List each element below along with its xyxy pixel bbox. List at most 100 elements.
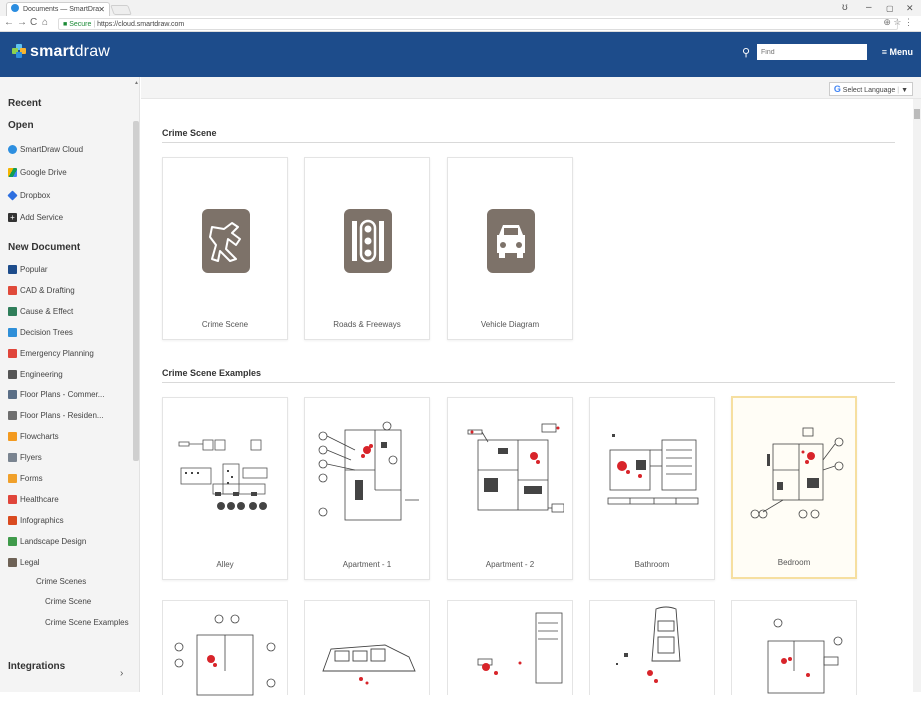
sidebar-item-label: Floor Plans - Residen...: [20, 411, 104, 421]
sidebar-integrations[interactable]: Integrations: [8, 661, 65, 672]
template-card-alley[interactable]: Alley: [162, 397, 288, 580]
sidebar-item-label: Dropbox: [20, 191, 51, 200]
car-interior-thumbnail: [616, 606, 681, 683]
template-card-roads-freeways[interactable]: Roads & Freeways: [304, 157, 430, 340]
crime-scene-thumbnail: [174, 614, 276, 696]
sidebar-item-emergency-planning[interactable]: Emergency Planning: [8, 348, 94, 358]
app-header: smartdraw ⚲ ≡ Menu: [0, 32, 921, 77]
template-card-bathroom[interactable]: Bathroom: [589, 397, 715, 580]
sidebar-item-label: SmartDraw Cloud: [20, 145, 84, 154]
browser-tab[interactable]: Documents — SmartDra ✕: [6, 2, 110, 16]
section-divider: [162, 382, 895, 383]
card-label: Alley: [216, 560, 234, 569]
sidebar-scrollbar[interactable]: [133, 121, 139, 461]
apartment-1-thumbnail: [318, 421, 419, 521]
card-label: Bedroom: [777, 558, 811, 567]
sidebar-sub-crime-scene[interactable]: Crime Scene: [45, 597, 91, 606]
sidebar-item-flyers[interactable]: Flyers: [8, 453, 42, 463]
find-input[interactable]: [757, 44, 867, 60]
sidebar-item-dropbox[interactable]: Dropbox: [7, 190, 51, 201]
template-card-crime-scene[interactable]: Crime Scene: [162, 157, 288, 340]
sidebar-item-google-drive[interactable]: Google Drive: [8, 168, 67, 177]
minimize-button[interactable]: –: [866, 2, 872, 13]
url-field[interactable]: ■ Secure | https://cloud.smartdraw.com: [58, 18, 898, 30]
sidebar-sub-crime-scenes[interactable]: Crime Scenes: [36, 577, 86, 586]
sidebar-item-label: Legal: [20, 557, 40, 567]
card-label: Apartment - 1: [342, 560, 392, 569]
template-card-partial[interactable]: [589, 600, 715, 695]
template-card-bedroom[interactable]: Bedroom: [731, 396, 857, 579]
sidebar-item-floor-plans-commer[interactable]: Floor Plans - Commer...: [8, 390, 105, 400]
forward-icon[interactable]: →: [17, 17, 27, 28]
cad-drafting-icon: [8, 285, 17, 295]
sidebar-item-add-service[interactable]: + Add Service: [8, 213, 63, 222]
card-label: Crime Scene: [201, 320, 249, 329]
logo-text-draw: draw: [74, 43, 111, 60]
template-card-partial[interactable]: [447, 600, 573, 695]
sidebar-item-label: CAD & Drafting: [20, 285, 75, 295]
close-window-button[interactable]: ✕: [906, 3, 914, 14]
menu-button[interactable]: ≡ Menu: [882, 47, 913, 57]
bathroom-thumbnail: [607, 434, 699, 505]
sidebar-item-healthcare[interactable]: Healthcare: [8, 494, 59, 504]
template-card-partial[interactable]: [731, 600, 857, 695]
sidebar-item-cause-effect[interactable]: Cause & Effect: [8, 306, 73, 316]
sidebar-scroll-up-icon[interactable]: ▲: [134, 80, 139, 86]
sidebar-item-floor-plans-residen[interactable]: Floor Plans - Residen...: [8, 411, 104, 421]
sidebar-item-label: Floor Plans - Commer...: [20, 390, 105, 400]
template-card-partial[interactable]: [162, 600, 288, 696]
sidebar-item-label: Flyers: [20, 453, 42, 463]
template-card-partial[interactable]: [304, 600, 430, 695]
maximize-button[interactable]: ▢: [886, 4, 894, 13]
browser-tab-strip: Documents — SmartDra ✕ ʊ – ▢ ✕: [0, 0, 921, 16]
sidebar-item-label: Engineering: [20, 369, 63, 379]
sidebar-item-label: Decision Trees: [20, 327, 73, 337]
address-bar: ← → C ⌂ ■ Secure | https://cloud.smartdr…: [0, 16, 921, 32]
search-icon[interactable]: ⚲: [742, 46, 750, 59]
template-card-vehicle-diagram[interactable]: Vehicle Diagram: [447, 157, 573, 340]
main-scrollbar[interactable]: [913, 99, 921, 692]
sidebar-item-cad-drafting[interactable]: CAD & Drafting: [8, 285, 75, 295]
healthcare-icon: [8, 494, 17, 504]
sidebar-item-label: Flowcharts: [20, 432, 59, 442]
sidebar-item-decision-trees[interactable]: Decision Trees: [8, 327, 73, 337]
new-tab-button[interactable]: [110, 5, 132, 15]
logo-text-smart: smart: [30, 43, 75, 60]
sidebar-item-infographics[interactable]: Infographics: [8, 515, 64, 525]
template-card-apartment-2[interactable]: Apartment - 2: [447, 397, 573, 580]
chevron-right-icon[interactable]: ›: [120, 668, 123, 679]
card-label: Apartment - 2: [485, 560, 535, 569]
sidebar-sub-crime-scene-examples[interactable]: Crime Scene Examples: [45, 618, 129, 627]
smartdraw-cloud-icon: [8, 145, 17, 154]
sidebar-item-landscape-design[interactable]: Landscape Design: [8, 536, 86, 546]
sidebar-item-smartdraw-cloud[interactable]: SmartDraw Cloud: [8, 145, 83, 154]
secure-label: Secure: [69, 21, 92, 28]
sidebar-item-engineering[interactable]: Engineering: [8, 369, 63, 379]
engineering-icon: [8, 369, 17, 379]
scroll-thumb[interactable]: [914, 109, 920, 119]
infographics-icon: [8, 515, 17, 525]
tab-title: Documents — SmartDra: [22, 6, 100, 13]
sidebar-open[interactable]: Open: [8, 120, 34, 131]
smartdraw-logo-icon: [12, 44, 26, 58]
select-language-dropdown[interactable]: G Select Language | ▼: [828, 82, 913, 96]
tab-close-icon[interactable]: ✕: [98, 3, 105, 16]
sidebar-item-popular[interactable]: Popular: [8, 265, 48, 274]
home-icon[interactable]: ⌂: [42, 17, 48, 28]
back-icon[interactable]: ←: [4, 17, 14, 28]
bookmark-star-icon[interactable]: ⊕ ☆ ⋮: [883, 17, 913, 28]
reload-icon[interactable]: C: [30, 17, 37, 28]
sidebar-recent[interactable]: Recent: [8, 98, 41, 109]
smartdraw-logo[interactable]: smartdraw: [12, 43, 110, 61]
sidebar-item-label: Google Drive: [20, 168, 67, 177]
legal-icon: [8, 557, 17, 567]
sidebar-new-document[interactable]: New Document: [8, 242, 80, 253]
sidebar-item-legal[interactable]: Legal: [8, 557, 40, 567]
lock-icon: ■: [63, 21, 68, 28]
chalk-outline-icon: [202, 209, 250, 273]
sidebar-item-forms[interactable]: Forms: [8, 474, 43, 483]
sidebar-item-label: Forms: [20, 474, 43, 483]
profile-icon[interactable]: ʊ: [842, 2, 848, 13]
sidebar-item-flowcharts[interactable]: Flowcharts: [8, 432, 59, 442]
template-card-apartment-1[interactable]: Apartment - 1: [304, 397, 430, 580]
